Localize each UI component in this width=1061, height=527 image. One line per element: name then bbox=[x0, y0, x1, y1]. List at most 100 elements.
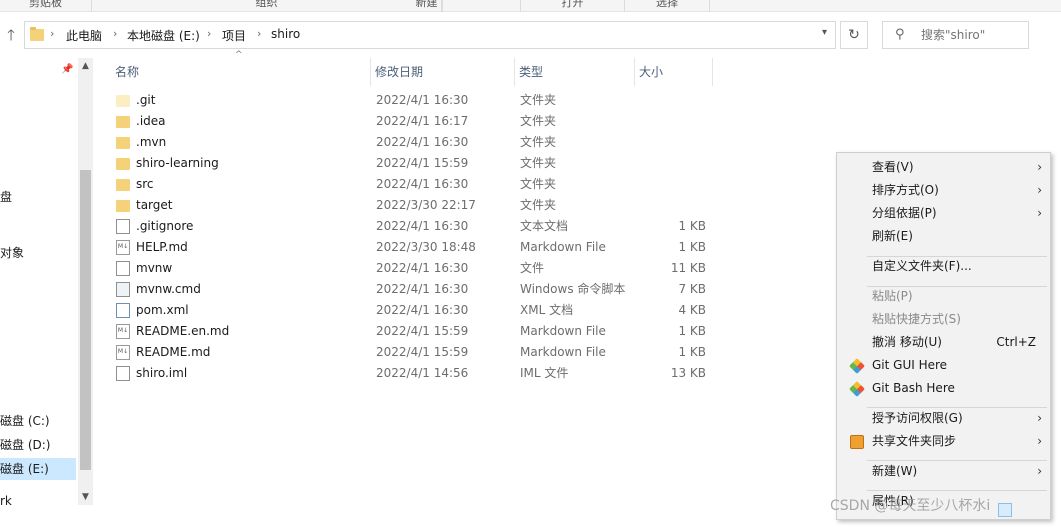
chevron-right-icon: › bbox=[1037, 411, 1042, 425]
scroll-down-icon[interactable]: ▼ bbox=[78, 489, 93, 505]
column-header-size[interactable]: 大小 bbox=[635, 58, 713, 86]
file-row[interactable]: .idea 2022/4/1 16:17 文件夹 bbox=[96, 111, 836, 132]
column-header-name[interactable]: 名称 bbox=[111, 58, 371, 86]
chevron-right-icon[interactable]: › bbox=[257, 27, 261, 40]
nav-item-disk[interactable]: 盘 bbox=[0, 186, 76, 208]
chevron-right-icon: › bbox=[1037, 206, 1042, 220]
file-list: .git 2022/4/1 16:30 文件夹 .idea 2022/4/1 16:17… bbox=[96, 90, 836, 384]
file-name: .mvn bbox=[136, 135, 167, 149]
file-type: 文件夹 bbox=[520, 135, 557, 149]
folder-icon bbox=[30, 27, 44, 41]
chevron-right-icon: › bbox=[1037, 183, 1042, 197]
nav-scrollbar[interactable]: ▲ ▼ bbox=[78, 58, 93, 505]
file-row[interactable]: M↓ README.en.md 2022/4/1 15:59 Markdown Fil… bbox=[96, 321, 836, 342]
file-type: IML 文件 bbox=[520, 366, 569, 380]
file-row[interactable]: shiro-learning 2022/4/1 15:59 文件夹 bbox=[96, 153, 836, 174]
chevron-right-icon: › bbox=[1037, 434, 1042, 448]
file-icon bbox=[116, 261, 130, 276]
file-name: target bbox=[136, 198, 173, 212]
context-menu-item[interactable]: 授予访问权限(G) › bbox=[837, 407, 1050, 430]
folder-icon bbox=[116, 137, 130, 149]
context-menu-item[interactable]: 分组依据(P) › bbox=[837, 202, 1050, 225]
nav-item-disk-e[interactable]: 磁盘 (E:) bbox=[0, 458, 76, 480]
chevron-down-icon[interactable]: ▾ bbox=[822, 27, 827, 38]
file-type: 文件夹 bbox=[520, 198, 557, 212]
search-box[interactable]: ⚲ bbox=[882, 21, 1029, 49]
context-menu-item[interactable]: 刷新(E) bbox=[837, 225, 1050, 248]
address-bar[interactable]: › 此电脑 › 本地磁盘 (E:) › 项目 › shiro ▾ bbox=[24, 21, 836, 49]
file-row[interactable]: shiro.iml 2022/4/1 14:56 IML 文件 13 KB bbox=[96, 363, 836, 384]
nav-item-disk-d[interactable]: 磁盘 (D:) bbox=[0, 434, 76, 456]
pin-icon[interactable]: 📌 bbox=[61, 64, 73, 75]
context-menu-item[interactable]: 排序方式(O) › bbox=[837, 179, 1050, 202]
context-menu-label: 刷新(E) bbox=[872, 229, 913, 243]
file-size: 1 KB bbox=[678, 240, 706, 254]
context-menu-item: 粘贴(P) bbox=[837, 285, 1050, 308]
file-row[interactable]: target 2022/3/30 22:17 文件夹 bbox=[96, 195, 836, 216]
nav-item-network[interactable]: rk bbox=[0, 490, 76, 512]
context-menu-item[interactable]: 自定义文件夹(F)... bbox=[837, 255, 1050, 278]
breadcrumb-shiro[interactable]: shiro bbox=[271, 27, 300, 41]
file-date-modified: 2022/4/1 14:56 bbox=[376, 366, 469, 380]
xml-file-icon bbox=[116, 303, 130, 318]
column-header-type[interactable]: 类型 bbox=[515, 58, 635, 86]
search-icon: ⚲ bbox=[895, 27, 905, 42]
context-menu-label: Git GUI Here bbox=[872, 358, 948, 372]
breadcrumb-project[interactable]: 项目 bbox=[222, 27, 246, 44]
file-date-modified: 2022/4/1 16:30 bbox=[376, 303, 469, 317]
search-input[interactable] bbox=[921, 28, 1026, 42]
refresh-button[interactable]: ↻ bbox=[840, 21, 868, 49]
file-row[interactable]: M↓ HELP.md 2022/3/30 18:48 Markdown File 1 K… bbox=[96, 237, 836, 258]
ribbon-group-new: 新建 bbox=[333, 0, 521, 12]
context-menu-item[interactable]: 撤消 移动(U) Ctrl+Z bbox=[837, 331, 1050, 354]
chevron-right-icon[interactable]: › bbox=[50, 27, 54, 40]
breadcrumb-local-disk-e[interactable]: 本地磁盘 (E:) bbox=[127, 27, 200, 44]
file-size: 13 KB bbox=[670, 366, 706, 380]
context-menu-label: Git Bash Here bbox=[872, 381, 955, 395]
chevron-right-icon[interactable]: › bbox=[207, 27, 211, 40]
column-header-date[interactable]: 修改日期 bbox=[371, 58, 515, 86]
file-row[interactable]: .git 2022/4/1 16:30 文件夹 bbox=[96, 90, 836, 111]
file-explorer-window: 剪贴板 组织 新建 打开 选择 🡑 › 此电脑 › 本地磁盘 (E:) › 项目… bbox=[0, 0, 1061, 527]
context-menu-item[interactable]: Git GUI Here bbox=[837, 354, 1050, 377]
file-name: pom.xml bbox=[136, 303, 189, 317]
context-menu-item[interactable]: 新建(W) › bbox=[837, 460, 1050, 483]
context-menu-item[interactable]: 查看(V) › bbox=[837, 156, 1050, 179]
file-row[interactable]: mvnw 2022/4/1 16:30 文件 11 KB bbox=[96, 258, 836, 279]
file-type: Markdown File bbox=[520, 345, 606, 359]
context-menu-label: 共享文件夹同步 bbox=[872, 434, 957, 448]
file-date-modified: 2022/4/1 16:30 bbox=[376, 135, 469, 149]
context-menu-item[interactable]: 共享文件夹同步 › bbox=[837, 430, 1050, 453]
navigation-pane: 📌 盘 对象 磁盘 (C:) 磁盘 (D:) 磁盘 (E:) rk bbox=[0, 58, 76, 527]
file-size: 1 KB bbox=[678, 345, 706, 359]
text-file-icon bbox=[116, 219, 130, 234]
file-row[interactable]: mvnw.cmd 2022/4/1 16:30 Windows 命令脚本 7 KB bbox=[96, 279, 836, 300]
git-icon bbox=[849, 381, 865, 397]
file-row[interactable]: M↓ README.md 2022/4/1 15:59 Markdown File 1 … bbox=[96, 342, 836, 363]
file-row[interactable]: src 2022/4/1 16:30 文件夹 bbox=[96, 174, 836, 195]
file-date-modified: 2022/4/1 15:59 bbox=[376, 324, 469, 338]
file-row[interactable]: .gitignore 2022/4/1 16:30 文本文档 1 KB bbox=[96, 216, 836, 237]
context-menu-label: 粘贴快捷方式(S) bbox=[872, 312, 961, 326]
context-menu-item[interactable]: Git Bash Here bbox=[837, 377, 1050, 400]
breadcrumb-this-pc[interactable]: 此电脑 bbox=[66, 27, 102, 44]
scrollbar-thumb[interactable] bbox=[80, 170, 91, 470]
up-arrow-icon[interactable]: 🡑 bbox=[2, 26, 20, 44]
scroll-up-icon[interactable]: ▲ bbox=[78, 58, 93, 74]
markdown-file-icon: M↓ bbox=[116, 324, 130, 339]
nav-item-objects[interactable]: 对象 bbox=[0, 242, 76, 264]
details-view-toggle[interactable] bbox=[998, 503, 1012, 517]
context-menu-label: 自定义文件夹(F)... bbox=[872, 259, 972, 273]
ribbon-group-clipboard: 剪贴板 bbox=[0, 0, 92, 12]
file-date-modified: 2022/4/1 16:17 bbox=[376, 114, 469, 128]
context-menu-label: 查看(V) bbox=[872, 160, 914, 174]
file-row[interactable]: .mvn 2022/4/1 16:30 文件夹 bbox=[96, 132, 836, 153]
file-row[interactable]: pom.xml 2022/4/1 16:30 XML 文档 4 KB bbox=[96, 300, 836, 321]
file-type: Windows 命令脚本 bbox=[520, 282, 626, 296]
share-sync-icon bbox=[850, 435, 864, 449]
file-type: 文件夹 bbox=[520, 114, 557, 128]
file-date-modified: 2022/4/1 16:30 bbox=[376, 219, 469, 233]
nav-item-disk-c[interactable]: 磁盘 (C:) bbox=[0, 410, 76, 432]
chevron-right-icon[interactable]: › bbox=[113, 27, 117, 40]
file-name: README.md bbox=[136, 345, 211, 359]
